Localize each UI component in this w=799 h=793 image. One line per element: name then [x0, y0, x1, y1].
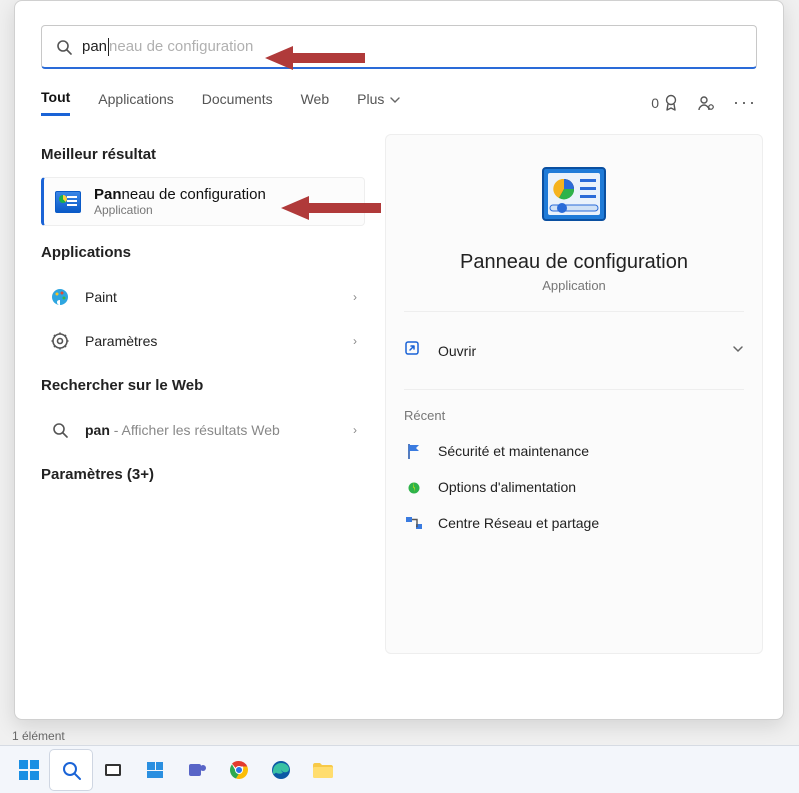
start-search-panel: panneau de configuration Tout Applicatio… [14, 0, 784, 720]
flag-icon [404, 441, 424, 461]
recent-item-security[interactable]: Sécurité et maintenance [404, 433, 744, 469]
rewards-count: 0 [651, 95, 659, 111]
taskbar-edge-button[interactable] [260, 750, 302, 790]
chevron-right-icon: › [353, 334, 357, 348]
app-item-label: Paramètres [85, 333, 353, 349]
chevron-down-icon [390, 95, 400, 105]
tab-applications[interactable]: Applications [98, 91, 174, 115]
taskbar-search-button[interactable] [50, 750, 92, 790]
recent-item-label: Options d'alimentation [438, 479, 576, 495]
recent-item-power[interactable]: Options d'alimentation [404, 469, 744, 505]
app-item-label: Paint [85, 289, 353, 305]
start-button[interactable] [8, 750, 50, 790]
web-search-label: pan - Afficher les résultats Web [85, 422, 353, 438]
task-view-button[interactable] [92, 750, 134, 790]
applications-heading: Applications [41, 244, 365, 261]
searchbar-wrap: panneau de configuration [15, 1, 783, 69]
gear-icon [49, 330, 71, 352]
web-search-item[interactable]: pan - Afficher les résultats Web › [41, 408, 365, 452]
search-icon [49, 419, 71, 441]
search-web-heading: Rechercher sur le Web [41, 377, 365, 394]
account-button[interactable] [697, 93, 715, 111]
taskbar-chrome-button[interactable] [218, 750, 260, 790]
recent-item-network[interactable]: Centre Réseau et partage [404, 505, 744, 541]
edge-icon [270, 759, 292, 781]
app-item-paint[interactable]: Paint › [41, 275, 365, 319]
widgets-button[interactable] [134, 750, 176, 790]
taskview-icon [102, 759, 124, 781]
recent-item-label: Centre Réseau et partage [438, 515, 599, 531]
widgets-icon [144, 759, 166, 781]
open-action[interactable]: Ouvrir [404, 330, 744, 371]
best-match-title: Panneau de configuration [94, 186, 266, 203]
taskbar [0, 745, 799, 793]
chrome-icon [228, 759, 250, 781]
search-icon [56, 39, 72, 55]
best-match-heading: Meilleur résultat [41, 146, 365, 163]
tab-more[interactable]: Plus [357, 91, 400, 115]
tab-documents[interactable]: Documents [202, 91, 273, 115]
app-item-settings[interactable]: Paramètres › [41, 319, 365, 363]
search-suggestion-ghost: neau de configuration [109, 38, 253, 55]
taskbar-explorer-button[interactable] [302, 750, 344, 790]
explorer-status-text: 1 élément [12, 729, 65, 743]
results-column: Meilleur résultat Panneau de configurati… [15, 116, 375, 719]
network-icon [404, 513, 424, 533]
search-input[interactable]: panneau de configuration [41, 25, 757, 69]
more-options-button[interactable]: ··· [733, 92, 757, 113]
preview-column: Panneau de configuration Application Ouv… [375, 116, 783, 719]
power-icon [404, 477, 424, 497]
preview-card: Panneau de configuration Application Ouv… [385, 134, 763, 654]
best-match-subtitle: Application [94, 203, 266, 217]
settings-heading: Paramètres (3+) [41, 466, 365, 483]
chevron-right-icon: › [353, 290, 357, 304]
open-icon [404, 340, 424, 361]
rewards-button[interactable]: 0 [651, 94, 679, 112]
preview-title: Panneau de configuration [404, 251, 744, 274]
chevron-down-icon[interactable] [732, 342, 744, 360]
preview-subtitle: Application [404, 278, 744, 293]
search-icon [60, 759, 82, 781]
teams-icon [186, 759, 208, 781]
chevron-right-icon: › [353, 423, 357, 437]
windows-icon [17, 758, 41, 782]
filter-tabs: Tout Applications Documents Web Plus 0 ·… [15, 69, 783, 116]
folder-icon [311, 759, 335, 781]
person-icon [697, 94, 715, 112]
control-panel-icon [54, 188, 82, 216]
medal-icon [663, 94, 679, 112]
open-label: Ouvrir [438, 343, 732, 359]
tab-web[interactable]: Web [301, 91, 330, 115]
best-match-item[interactable]: Panneau de configuration Application [41, 177, 365, 226]
recent-heading: Récent [404, 408, 744, 423]
paint-icon [49, 286, 71, 308]
search-typed: pan [82, 38, 107, 55]
tab-all[interactable]: Tout [41, 89, 70, 116]
control-panel-icon [540, 165, 608, 233]
recent-item-label: Sécurité et maintenance [438, 443, 589, 459]
taskbar-teams-button[interactable] [176, 750, 218, 790]
